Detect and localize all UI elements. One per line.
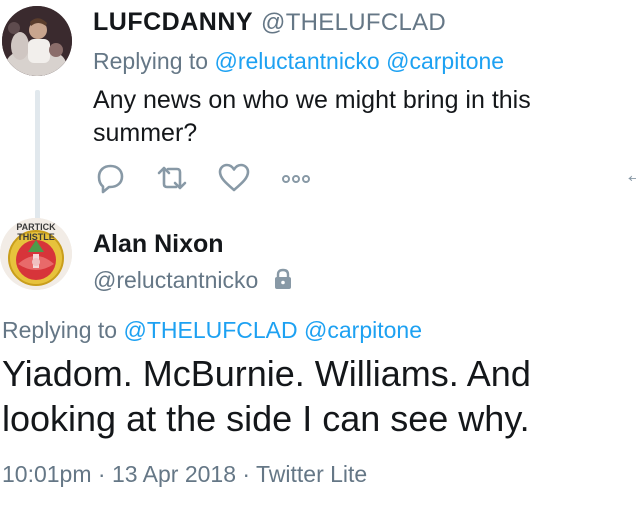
replying-to: Replying to @reluctantnicko @carpitone	[93, 48, 504, 75]
crest-text: PARTICK	[16, 222, 56, 232]
author-handle[interactable]: @THELUFCLAD	[261, 9, 446, 36]
author-handle-row: @reluctantnicko	[93, 267, 293, 294]
tweet-timestamp[interactable]: 10:01pm · 13 Apr 2018 · Twitter Lite	[2, 461, 367, 488]
replying-prefix: Replying to	[93, 48, 209, 74]
thread-line	[35, 90, 40, 220]
partick-thistle-crest-icon: PARTICK THISTLE	[0, 218, 72, 290]
crest-text: THISTLE	[17, 232, 55, 242]
tweet-text: Any news on who we might bring in this s…	[93, 86, 531, 147]
more-icon[interactable]	[279, 160, 313, 196]
replying-to: Replying to @THELUFCLAD @carpitone	[2, 317, 422, 344]
avatar[interactable]: PARTICK THISTLE	[0, 218, 72, 290]
avatar[interactable]	[2, 6, 72, 76]
author-name[interactable]: LUFCDANNY @THELUFCLAD	[93, 8, 446, 37]
reply-mention-link[interactable]: @carpitone	[304, 317, 422, 343]
author-name[interactable]: Alan Nixon	[93, 230, 224, 259]
author-name-text[interactable]: LUFCDANNY	[93, 8, 253, 36]
avatar-photo	[2, 6, 72, 76]
replying-prefix: Replying to	[2, 317, 118, 343]
author-handle[interactable]: @reluctantnicko	[93, 267, 258, 293]
chevron-left-icon: ←	[624, 162, 636, 187]
retweet-icon[interactable]	[155, 160, 189, 196]
reply-mention-link[interactable]: @reluctantnicko	[214, 48, 379, 74]
like-icon[interactable]	[217, 160, 251, 196]
lock-icon	[274, 268, 291, 289]
tweet-actions	[93, 160, 333, 196]
tweet-text: Yiadom. McBurnie. Williams. And looking …	[2, 353, 531, 439]
reply-mention-link[interactable]: @carpitone	[386, 48, 504, 74]
reply-icon[interactable]	[93, 160, 127, 196]
reply-mention-link[interactable]: @THELUFCLAD	[123, 317, 297, 343]
